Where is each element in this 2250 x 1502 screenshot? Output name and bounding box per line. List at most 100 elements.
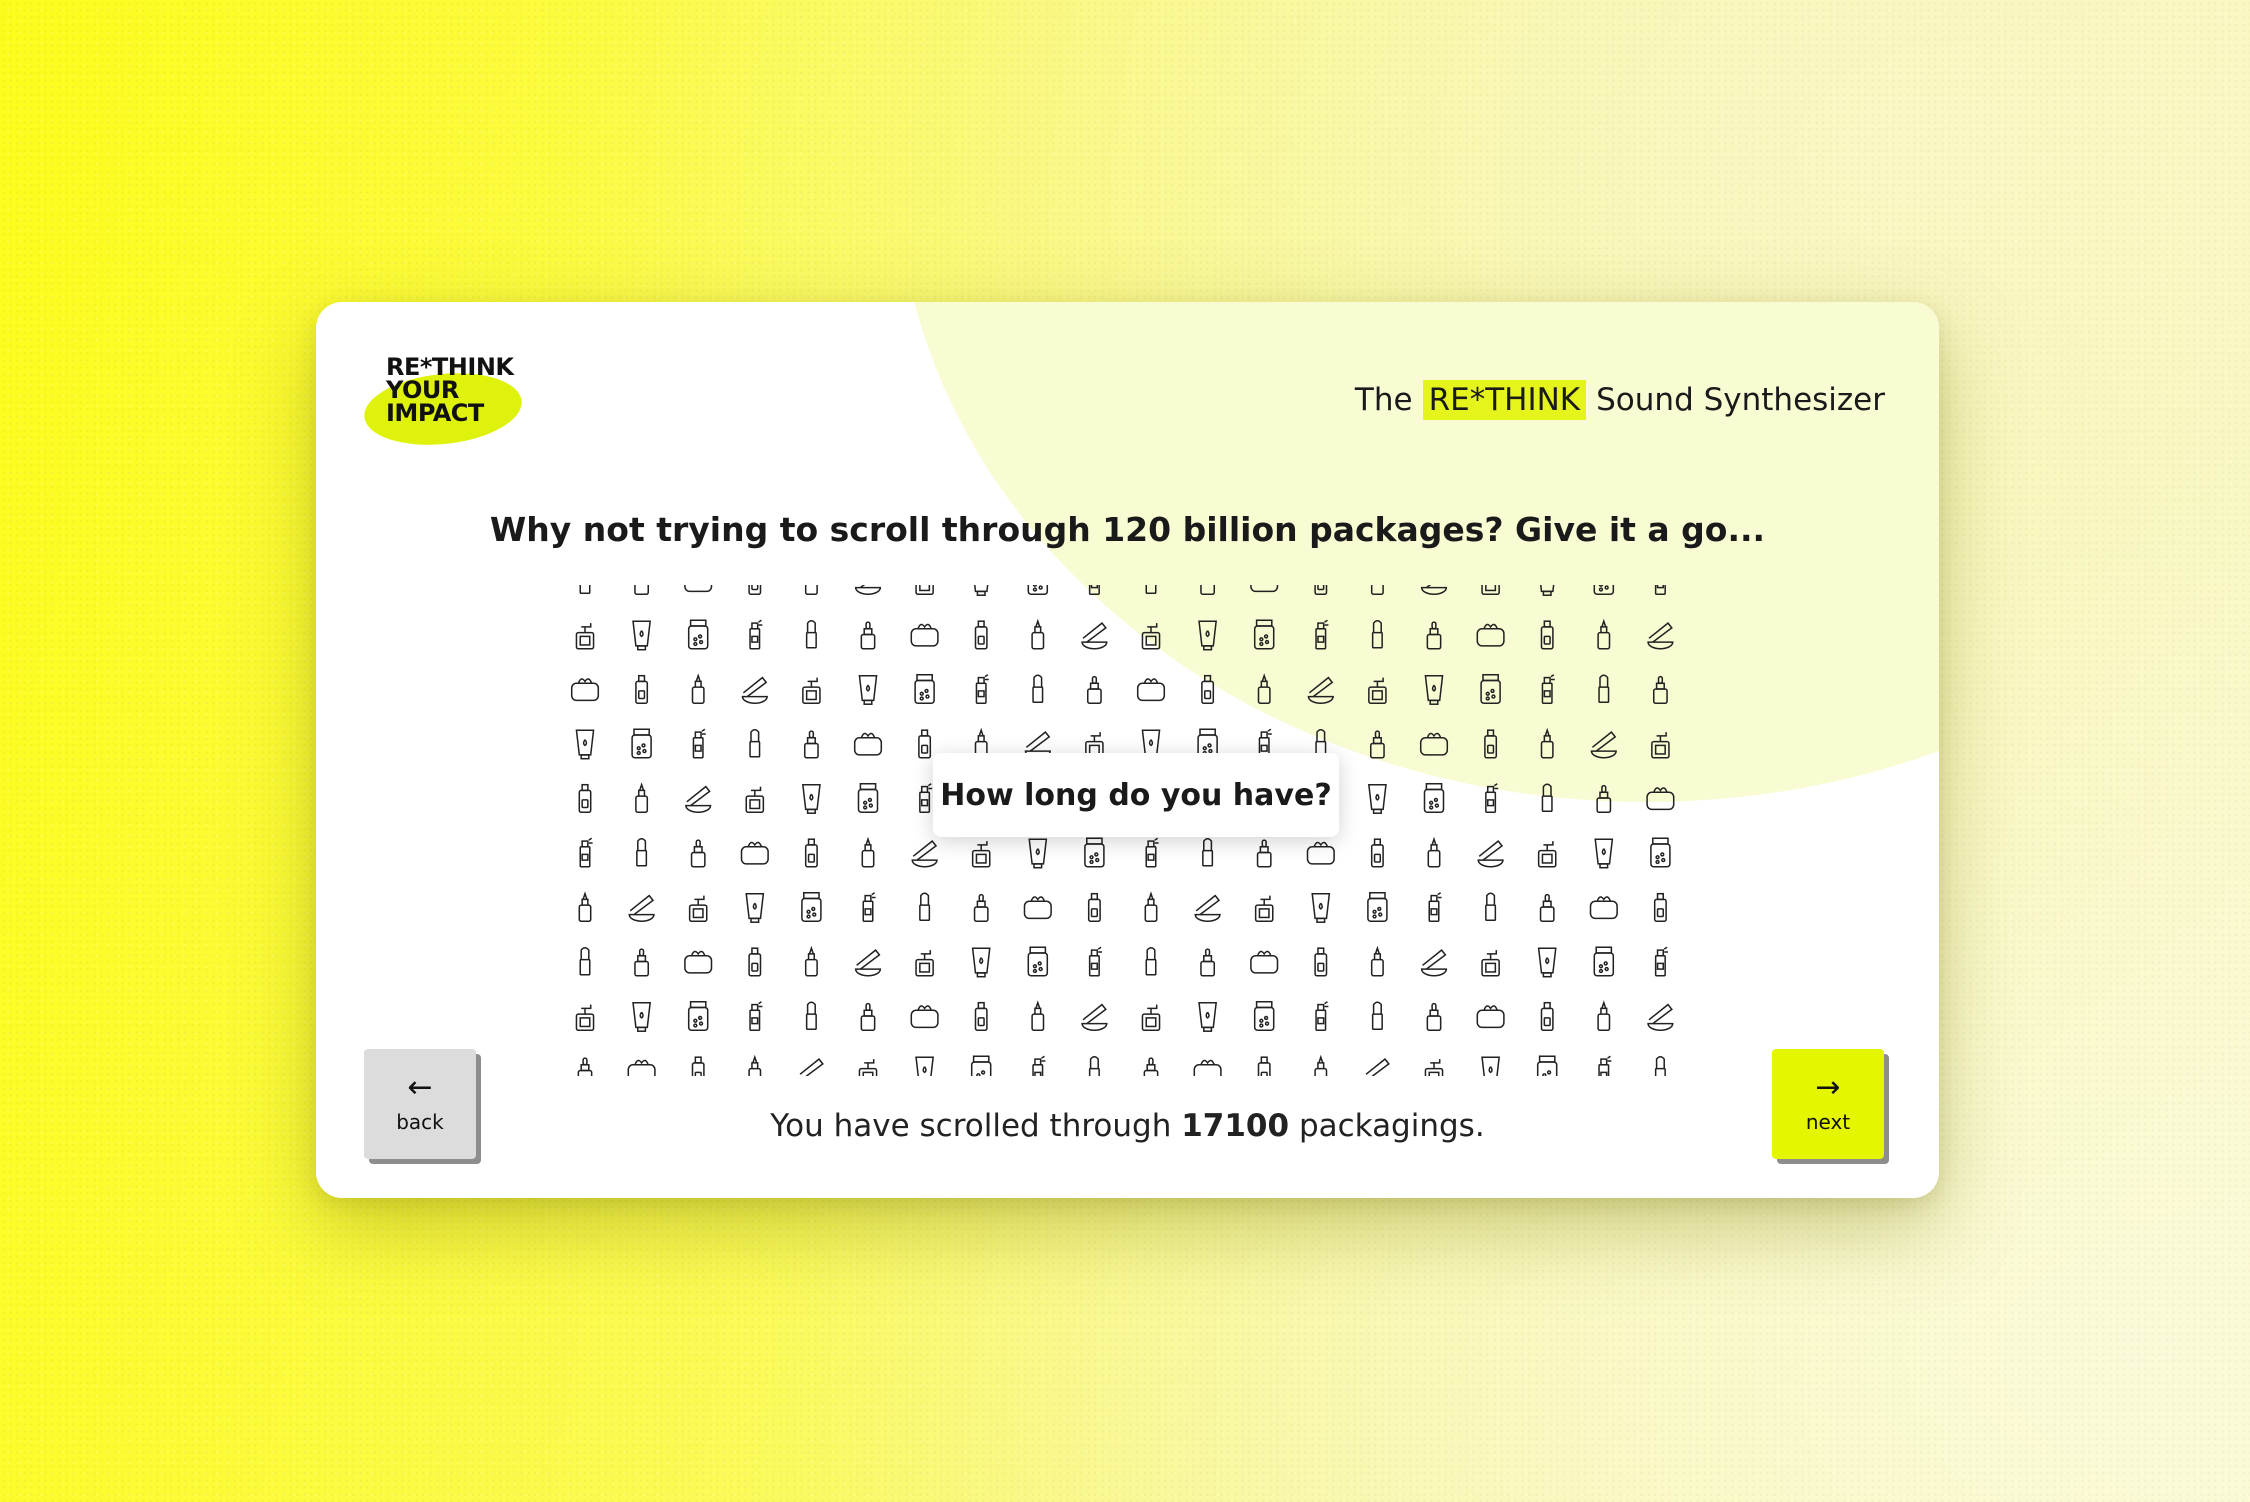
- tube-icon: [1539, 585, 1555, 596]
- pump-icon: [858, 1059, 878, 1076]
- bottle-icon: [1031, 1000, 1045, 1032]
- pump-icon: [1141, 1004, 1161, 1032]
- bottle-icon: [748, 1054, 762, 1076]
- tube-icon: [973, 585, 989, 596]
- wipes-icon: [1136, 678, 1166, 702]
- serum-icon: [974, 1001, 988, 1032]
- tube-icon: [1481, 1056, 1501, 1076]
- pump-icon: [1651, 732, 1670, 759]
- logo-line-3: IMPACT: [386, 399, 484, 427]
- bottle-icon: [635, 782, 649, 814]
- wipes-icon: [1419, 732, 1449, 756]
- compact-icon: [854, 585, 882, 596]
- pump-icon: [745, 786, 765, 814]
- bottle-icon: [691, 673, 705, 705]
- jar-icon: [1253, 619, 1275, 650]
- serum-icon: [1087, 892, 1101, 923]
- lipstick-icon: [1145, 946, 1157, 976]
- app-title: The RE*THINK Sound Synthesizer: [1355, 380, 1885, 420]
- dropper-icon: [1596, 784, 1612, 814]
- spray-icon: [1654, 585, 1666, 596]
- jar-icon: [1084, 837, 1105, 868]
- bottle-icon: [1540, 727, 1554, 759]
- dropper-icon: [1426, 621, 1442, 650]
- wipes-icon: [910, 1005, 939, 1029]
- serum-icon: [1653, 892, 1667, 923]
- serum-icon: [1257, 1056, 1271, 1076]
- status-count: 17100: [1181, 1108, 1290, 1144]
- tube-icon: [1537, 947, 1557, 978]
- spray-icon: [1145, 837, 1159, 868]
- wipes-icon: [684, 950, 713, 974]
- dropper-icon: [690, 839, 706, 868]
- serum-icon: [1201, 674, 1215, 705]
- dropper-icon: [1426, 1002, 1442, 1032]
- compact-icon: [1647, 1003, 1674, 1032]
- serum-icon: [1484, 729, 1498, 759]
- wipes-icon: [1476, 623, 1505, 647]
- bottle-icon: [1031, 618, 1045, 650]
- pump-icon: [1368, 677, 1387, 705]
- pump-icon: [1537, 841, 1557, 868]
- pump-icon: [688, 895, 708, 923]
- title-highlight: RE*THINK: [1422, 380, 1587, 420]
- wipes-icon: [684, 585, 713, 593]
- serum-icon: [1540, 1001, 1554, 1032]
- jar-icon: [687, 619, 709, 650]
- bottle-icon: [1370, 945, 1384, 977]
- jar-icon: [687, 1000, 709, 1032]
- serum-icon: [748, 585, 762, 596]
- wipes-icon: [1250, 585, 1279, 593]
- dropper-icon: [1652, 675, 1668, 705]
- pump-icon: [1481, 585, 1500, 596]
- jar-icon: [914, 673, 935, 705]
- lipstick-icon: [919, 892, 931, 922]
- lipstick-icon: [636, 837, 648, 867]
- lipstick-icon: [1654, 1055, 1666, 1076]
- serum-icon: [748, 947, 762, 977]
- dropper-icon: [1256, 839, 1272, 868]
- logo-text: RE*THINK YOUR IMPACT: [386, 355, 514, 427]
- lipstick-icon: [579, 946, 591, 976]
- bottle-icon: [578, 891, 592, 923]
- spray-icon: [692, 728, 706, 759]
- wipes-icon: [910, 623, 939, 647]
- spray-icon: [1541, 674, 1555, 705]
- compact-icon: [1365, 1058, 1390, 1076]
- pump-icon: [575, 1004, 595, 1032]
- status-suffix: packagings.: [1298, 1108, 1485, 1144]
- compact-icon: [628, 894, 655, 923]
- compact-icon: [741, 676, 768, 705]
- wipes-icon: [853, 732, 883, 756]
- tube-icon: [632, 620, 652, 651]
- tube-icon: [971, 947, 991, 978]
- wipes-icon: [627, 1059, 656, 1076]
- compact-icon: [911, 840, 938, 868]
- serum-icon: [974, 620, 988, 650]
- serum-icon: [1314, 585, 1328, 596]
- dropper-icon: [1369, 730, 1385, 759]
- wipes-icon: [1193, 1059, 1222, 1076]
- jar-icon: [1593, 946, 1615, 977]
- compact-icon: [1647, 622, 1674, 650]
- compact-icon: [685, 785, 712, 814]
- bottle-icon: [1370, 585, 1384, 596]
- tube-icon: [632, 1001, 652, 1032]
- jar-icon: [1027, 585, 1049, 596]
- lipstick-icon: [1032, 674, 1044, 704]
- main-card: RE*THINK YOUR IMPACT The RE*THINK Sound …: [316, 302, 1939, 1198]
- pump-icon: [1424, 1059, 1444, 1076]
- jar-icon: [1253, 1000, 1275, 1032]
- jar-icon: [1650, 837, 1671, 868]
- jar-icon: [801, 891, 822, 923]
- wipes-icon: [740, 841, 769, 865]
- spray-icon: [1032, 1055, 1046, 1076]
- pump-icon: [1254, 895, 1274, 923]
- rethink-logo[interactable]: RE*THINK YOUR IMPACT: [360, 355, 526, 453]
- jar-icon: [970, 1055, 992, 1076]
- serum-icon: [1370, 838, 1384, 868]
- compact-icon: [854, 949, 882, 977]
- wipes-icon: [570, 678, 600, 702]
- bottle-icon: [804, 585, 818, 596]
- lipstick-icon: [805, 619, 817, 649]
